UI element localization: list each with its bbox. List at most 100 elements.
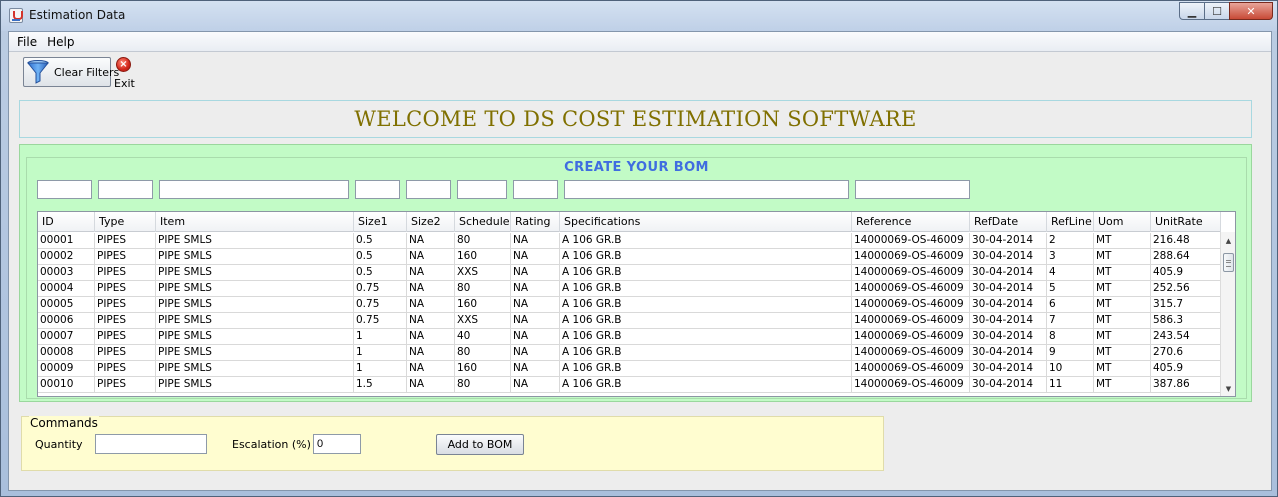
cell-id[interactable]: 00002	[38, 249, 95, 265]
cell-id[interactable]: 00006	[38, 313, 95, 329]
column-header-reference[interactable]: Reference	[852, 212, 970, 232]
cell-schedule[interactable]: 80	[455, 233, 511, 249]
cell-uom[interactable]: MT	[1094, 297, 1151, 313]
table-row[interactable]: 00004 PIPES PIPE SMLS 0.75 NA 80 NA A 106 GR.B 1…	[38, 281, 1221, 297]
cell-type[interactable]: PIPES	[95, 377, 156, 393]
cell-uom[interactable]: MT	[1094, 345, 1151, 361]
cell-id[interactable]: 00005	[38, 297, 95, 313]
cell-item[interactable]: PIPE SMLS	[156, 377, 354, 393]
cell-reference[interactable]: 14000069-OS-46009	[852, 297, 970, 313]
filter-specifications[interactable]	[564, 180, 849, 199]
cell-schedule[interactable]: XXS	[455, 313, 511, 329]
cell-size1[interactable]: 1	[354, 361, 407, 377]
cell-unitrate[interactable]: 252.56	[1151, 281, 1221, 297]
column-header-refdate[interactable]: RefDate	[970, 212, 1047, 232]
cell-type[interactable]: PIPES	[95, 345, 156, 361]
arrow-down-icon[interactable]: ▼	[1221, 382, 1235, 396]
cell-size1[interactable]: 1	[354, 345, 407, 361]
quantity-input[interactable]	[95, 434, 207, 454]
cell-specifications[interactable]: A 106 GR.B	[560, 281, 852, 297]
cell-rating[interactable]: NA	[511, 361, 560, 377]
cell-reference[interactable]: 14000069-OS-46009	[852, 313, 970, 329]
column-header-refline[interactable]: RefLine	[1047, 212, 1094, 232]
cell-rating[interactable]: NA	[511, 345, 560, 361]
cell-size2[interactable]: NA	[407, 377, 455, 393]
cell-size2[interactable]: NA	[407, 297, 455, 313]
cell-schedule[interactable]: 80	[455, 281, 511, 297]
cell-rating[interactable]: NA	[511, 329, 560, 345]
cell-id[interactable]: 00003	[38, 265, 95, 281]
cell-schedule[interactable]: XXS	[455, 265, 511, 281]
cell-unitrate[interactable]: 288.64	[1151, 249, 1221, 265]
filter-rating[interactable]	[513, 180, 558, 199]
column-header-size1[interactable]: Size1	[354, 212, 407, 232]
cell-rating[interactable]: NA	[511, 313, 560, 329]
column-header-specifications[interactable]: Specifications	[560, 212, 852, 232]
cell-size1[interactable]: 0.5	[354, 249, 407, 265]
cell-refdate[interactable]: 30-04-2014	[970, 377, 1047, 393]
cell-size2[interactable]: NA	[407, 361, 455, 377]
menu-file[interactable]: File	[12, 35, 42, 49]
cell-schedule[interactable]: 40	[455, 329, 511, 345]
filter-id[interactable]	[37, 180, 92, 199]
cell-item[interactable]: PIPE SMLS	[156, 281, 354, 297]
cell-size2[interactable]: NA	[407, 329, 455, 345]
cell-type[interactable]: PIPES	[95, 313, 156, 329]
column-header-uom[interactable]: Uom	[1094, 212, 1151, 232]
cell-refline[interactable]: 2	[1047, 233, 1094, 249]
column-header-item[interactable]: Item	[156, 212, 354, 232]
cell-refdate[interactable]: 30-04-2014	[970, 281, 1047, 297]
cell-size1[interactable]: 0.75	[354, 297, 407, 313]
clear-filters-button[interactable]: Clear Filters	[23, 57, 119, 87]
arrow-up-icon[interactable]: ▲	[1221, 234, 1235, 248]
cell-unitrate[interactable]: 315.7	[1151, 297, 1221, 313]
table-row[interactable]: 00008 PIPES PIPE SMLS 1 NA 80 NA A 106 GR.B 1400…	[38, 345, 1221, 361]
table-row[interactable]: 00003 PIPES PIPE SMLS 0.5 NA XXS NA A 106 GR.B 1…	[38, 265, 1221, 281]
close-window-button[interactable]: ✕	[1229, 2, 1273, 20]
cell-specifications[interactable]: A 106 GR.B	[560, 345, 852, 361]
cell-size1[interactable]: 1.5	[354, 377, 407, 393]
cell-unitrate[interactable]: 387.86	[1151, 377, 1221, 393]
cell-refdate[interactable]: 30-04-2014	[970, 313, 1047, 329]
cell-item[interactable]: PIPE SMLS	[156, 233, 354, 249]
cell-schedule[interactable]: 160	[455, 297, 511, 313]
cell-item[interactable]: PIPE SMLS	[156, 297, 354, 313]
cell-type[interactable]: PIPES	[95, 297, 156, 313]
cell-size1[interactable]: 0.75	[354, 313, 407, 329]
cell-rating[interactable]: NA	[511, 377, 560, 393]
cell-reference[interactable]: 14000069-OS-46009	[852, 249, 970, 265]
bom-table[interactable]: ID Type Item Size1 Size2 Schedule Rating…	[37, 211, 1236, 397]
maximize-button[interactable]: ☐	[1204, 2, 1230, 20]
cell-refline[interactable]: 5	[1047, 281, 1094, 297]
cell-refline[interactable]: 7	[1047, 313, 1094, 329]
cell-size2[interactable]: NA	[407, 281, 455, 297]
cell-reference[interactable]: 14000069-OS-46009	[852, 281, 970, 297]
cell-specifications[interactable]: A 106 GR.B	[560, 233, 852, 249]
cell-uom[interactable]: MT	[1094, 313, 1151, 329]
column-header-size2[interactable]: Size2	[407, 212, 455, 232]
cell-item[interactable]: PIPE SMLS	[156, 345, 354, 361]
cell-refline[interactable]: 9	[1047, 345, 1094, 361]
cell-item[interactable]: PIPE SMLS	[156, 249, 354, 265]
table-row[interactable]: 00010 PIPES PIPE SMLS 1.5 NA 80 NA A 106 GR.B 14…	[38, 377, 1221, 393]
cell-item[interactable]: PIPE SMLS	[156, 265, 354, 281]
cell-specifications[interactable]: A 106 GR.B	[560, 297, 852, 313]
cell-id[interactable]: 00004	[38, 281, 95, 297]
cell-rating[interactable]: NA	[511, 249, 560, 265]
cell-schedule[interactable]: 160	[455, 249, 511, 265]
cell-id[interactable]: 00007	[38, 329, 95, 345]
cell-rating[interactable]: NA	[511, 281, 560, 297]
cell-refdate[interactable]: 30-04-2014	[970, 297, 1047, 313]
cell-rating[interactable]: NA	[511, 265, 560, 281]
table-row[interactable]: 00001 PIPES PIPE SMLS 0.5 NA 80 NA A 106 GR.B 14…	[38, 233, 1221, 249]
cell-uom[interactable]: MT	[1094, 329, 1151, 345]
cell-specifications[interactable]: A 106 GR.B	[560, 313, 852, 329]
cell-unitrate[interactable]: 405.9	[1151, 265, 1221, 281]
cell-specifications[interactable]: A 106 GR.B	[560, 265, 852, 281]
cell-size1[interactable]: 0.75	[354, 281, 407, 297]
cell-id[interactable]: 00010	[38, 377, 95, 393]
cell-refdate[interactable]: 30-04-2014	[970, 233, 1047, 249]
column-header-unitrate[interactable]: UnitRate	[1151, 212, 1221, 232]
cell-uom[interactable]: MT	[1094, 233, 1151, 249]
cell-reference[interactable]: 14000069-OS-46009	[852, 345, 970, 361]
